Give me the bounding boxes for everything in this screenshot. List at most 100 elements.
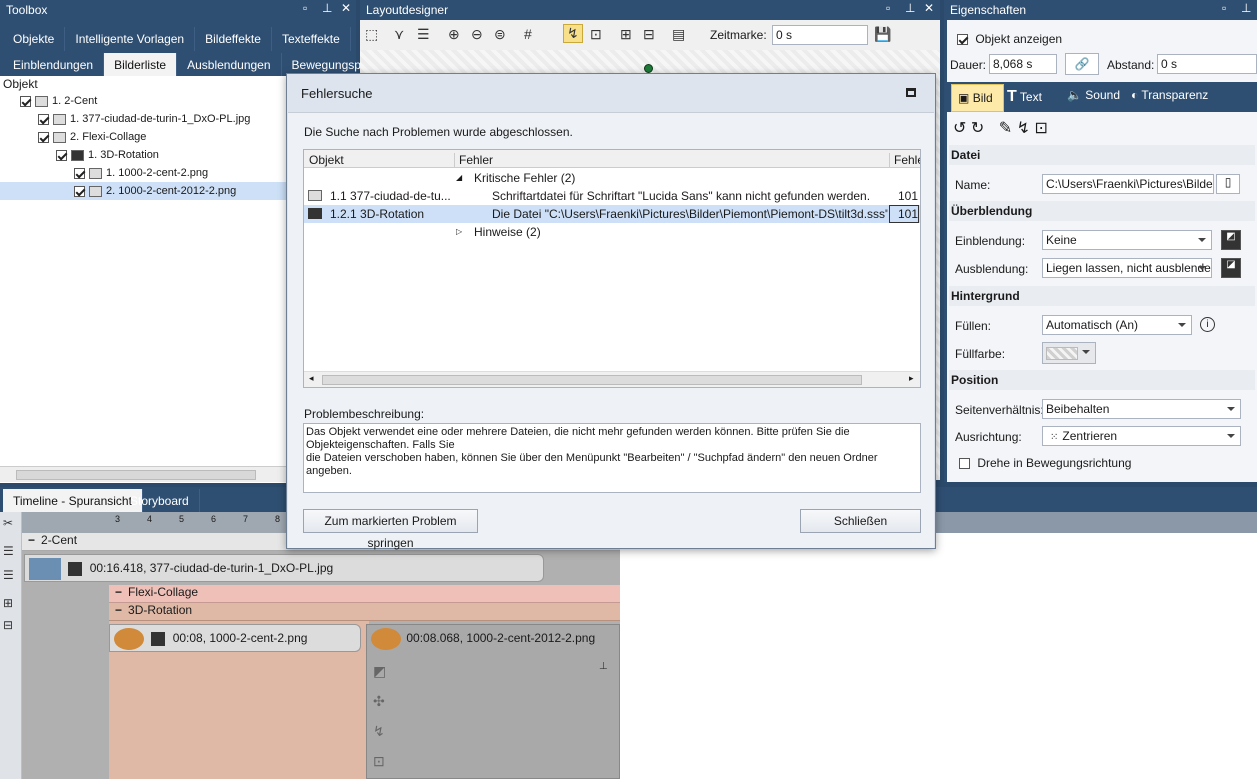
align-icon[interactable]: ⋎ bbox=[394, 26, 404, 43]
maximize-icon[interactable]: ▫ bbox=[886, 1, 890, 15]
collapse-icon[interactable]: − bbox=[28, 533, 35, 547]
layers-icon[interactable]: ☰ bbox=[417, 26, 430, 43]
rotate-left-icon[interactable]: ↺ bbox=[953, 120, 966, 137]
track-icon[interactable]: ☰ bbox=[3, 544, 14, 558]
clip-png1[interactable]: 00:08, 1000-2-cent-2.png bbox=[109, 624, 361, 652]
show-object-checkbox[interactable] bbox=[957, 34, 968, 46]
path-icon[interactable]: ↯ bbox=[1017, 120, 1030, 137]
drehe-row[interactable]: Drehe in Bewegungsrichtung bbox=[959, 456, 1131, 470]
edit-icon[interactable]: ✎ bbox=[999, 120, 1012, 137]
fuellen-select[interactable]: Automatisch (An) bbox=[1042, 315, 1192, 335]
column-fehlercode[interactable]: Fehle bbox=[889, 153, 920, 167]
pin-icon[interactable]: ⊥ bbox=[905, 1, 915, 15]
zeitmarke-input[interactable]: 0 s bbox=[772, 25, 868, 45]
checkbox[interactable] bbox=[56, 149, 67, 161]
tree-item-2-cent[interactable]: 1. 2-Cent bbox=[6, 92, 97, 110]
add-icon[interactable]: ⊞ bbox=[620, 26, 632, 43]
maximize-icon[interactable]: ▫ bbox=[303, 1, 307, 15]
tree-item-jpg[interactable]: 1. 377-ciudad-de-turin-1_DxO-PL.jpg bbox=[24, 110, 250, 128]
dialog-maximize-icon[interactable] bbox=[906, 88, 916, 97]
effect-icon[interactable]: ✣ bbox=[373, 693, 385, 710]
maximize-icon[interactable]: ▫ bbox=[1222, 1, 1226, 15]
ausrichtung-select[interactable]: ⁙ Zentrieren bbox=[1042, 426, 1241, 446]
drehe-checkbox[interactable] bbox=[959, 458, 970, 470]
collapse-icon[interactable]: − bbox=[115, 585, 122, 599]
close-dialog-button[interactable]: Schließen bbox=[800, 509, 921, 533]
list-row-critical[interactable]: ◢ Kritische Fehler (2) bbox=[304, 169, 920, 187]
tab-storyboard[interactable]: Storyboard bbox=[120, 489, 200, 512]
checkbox[interactable] bbox=[74, 185, 85, 197]
checkbox[interactable] bbox=[38, 131, 49, 143]
pin-icon[interactable]: ⊥ bbox=[1241, 1, 1251, 15]
browse-button[interactable]: ▯ bbox=[1216, 174, 1240, 194]
info-icon[interactable]: i bbox=[1200, 317, 1215, 332]
dauer-input[interactable]: 8,068 s bbox=[989, 54, 1057, 74]
tree-item-png1[interactable]: 1. 1000-2-cent-2.png bbox=[60, 164, 208, 182]
camera-icon[interactable]: ⊡ bbox=[1034, 120, 1047, 137]
list-hscrollbar[interactable]: ◂ ▸ bbox=[304, 371, 920, 387]
tab-bildeffekte[interactable]: Bildeffekte bbox=[195, 27, 272, 51]
camera-icon[interactable]: ⊡ bbox=[590, 26, 602, 43]
fuellfarbe-picker[interactable] bbox=[1042, 342, 1096, 364]
list-row-hints[interactable]: ▷ Hinweise (2) bbox=[304, 223, 920, 241]
pin-icon[interactable]: ⊥ bbox=[322, 1, 332, 15]
list-row-selected[interactable]: 1.2.1 3D-Rotation Die Datei "C:\Users\Fr… bbox=[304, 205, 920, 223]
scroll-right-icon[interactable]: ▸ bbox=[909, 373, 914, 384]
scroll-thumb[interactable] bbox=[322, 375, 862, 385]
jump-to-problem-button[interactable]: Zum markierten Problem springen bbox=[303, 509, 478, 550]
save-icon[interactable]: 💾 bbox=[874, 26, 891, 43]
transition-icon[interactable]: ◩ bbox=[373, 663, 386, 680]
einblendung-picker-button[interactable]: ◩ bbox=[1221, 230, 1241, 250]
remove-icon[interactable]: ⊟ bbox=[643, 26, 655, 43]
expand-icon[interactable]: ◢ bbox=[456, 169, 462, 187]
column-objekt[interactable]: Objekt bbox=[309, 153, 344, 167]
clip-png2[interactable]: 00:08.068, 1000-2-cent-2012-2.png ◩ ⊥ ✣ … bbox=[366, 624, 620, 779]
zoom-in-icon[interactable]: ⊕ bbox=[448, 26, 460, 43]
tab-bild[interactable]: ▣ Bild bbox=[951, 84, 1004, 112]
tree-item-3d-rotation[interactable]: 1. 3D-Rotation bbox=[42, 146, 159, 164]
tab-objekte[interactable]: Objekte bbox=[3, 27, 66, 51]
ausblendung-select[interactable]: Liegen lassen, nicht ausblende bbox=[1042, 258, 1212, 278]
seitenverhaeltnis-select[interactable]: Beibehalten bbox=[1042, 399, 1241, 419]
tree-item-flexi-collage[interactable]: 2. Flexi-Collage bbox=[24, 128, 146, 146]
group-icon[interactable]: ⊞ bbox=[3, 596, 13, 610]
cut-tool-icon[interactable]: ✂ bbox=[3, 516, 13, 530]
tab-bilderliste[interactable]: Bilderliste bbox=[104, 53, 178, 77]
path-icon[interactable]: ↯ bbox=[373, 723, 385, 740]
tab-ausblendungen[interactable]: Ausblendungen bbox=[177, 53, 282, 77]
collapse-icon[interactable]: − bbox=[115, 603, 122, 617]
checkbox[interactable] bbox=[20, 95, 31, 107]
link-button[interactable]: 🔗 bbox=[1065, 53, 1099, 75]
path-icon[interactable]: ↯ bbox=[563, 24, 583, 43]
zoom-out-icon[interactable]: ⊖ bbox=[471, 26, 483, 43]
show-object-row[interactable]: Objekt anzeigen bbox=[957, 32, 1062, 46]
tab-texteffekte[interactable]: Texteffekte bbox=[272, 27, 351, 51]
close-icon[interactable]: ✕ bbox=[924, 1, 934, 15]
marker-icon[interactable]: ⊥ bbox=[599, 661, 608, 672]
select-icon[interactable]: ⬚ bbox=[365, 26, 378, 43]
camera-icon[interactable]: ⊡ bbox=[373, 753, 385, 770]
track-icon[interactable]: ☰ bbox=[3, 568, 14, 582]
name-input[interactable]: C:\Users\Fraenki\Pictures\Bilder\Pie bbox=[1042, 174, 1214, 194]
einblendung-select[interactable]: Keine bbox=[1042, 230, 1212, 250]
tab-text[interactable]: T Text bbox=[1007, 88, 1042, 106]
rotate-right-icon[interactable]: ↻ bbox=[971, 120, 984, 137]
zoom-fit-icon[interactable]: ⊜ bbox=[494, 26, 506, 43]
ungroup-icon[interactable]: ⊟ bbox=[3, 618, 13, 632]
group-flexi-collage[interactable]: − Flexi-Collage bbox=[109, 585, 620, 603]
tab-transparenz[interactable]: ◐ Transparenz bbox=[1131, 88, 1208, 102]
template-icon[interactable]: ▤ bbox=[672, 26, 685, 43]
tab-intelligente-vorlagen[interactable]: Intelligente Vorlagen bbox=[65, 27, 196, 51]
checkbox[interactable] bbox=[38, 113, 49, 125]
tab-sound[interactable]: 🔈 Sound bbox=[1067, 88, 1120, 102]
scroll-left-icon[interactable]: ◂ bbox=[309, 373, 314, 384]
checkbox[interactable] bbox=[74, 167, 85, 179]
expand-icon[interactable]: ▷ bbox=[456, 223, 462, 241]
column-fehler[interactable]: Fehler bbox=[454, 153, 894, 167]
tab-einblendungen[interactable]: Einblendungen bbox=[3, 53, 105, 77]
grid-icon[interactable]: # bbox=[524, 26, 532, 42]
ausblendung-picker-button[interactable]: ◪ bbox=[1221, 258, 1241, 278]
close-icon[interactable]: ✕ bbox=[341, 1, 351, 15]
rotation-handle[interactable] bbox=[644, 64, 653, 73]
clip-jpg[interactable]: 00:16.418, 377-ciudad-de-turin-1_DxO-PL.… bbox=[24, 554, 544, 582]
